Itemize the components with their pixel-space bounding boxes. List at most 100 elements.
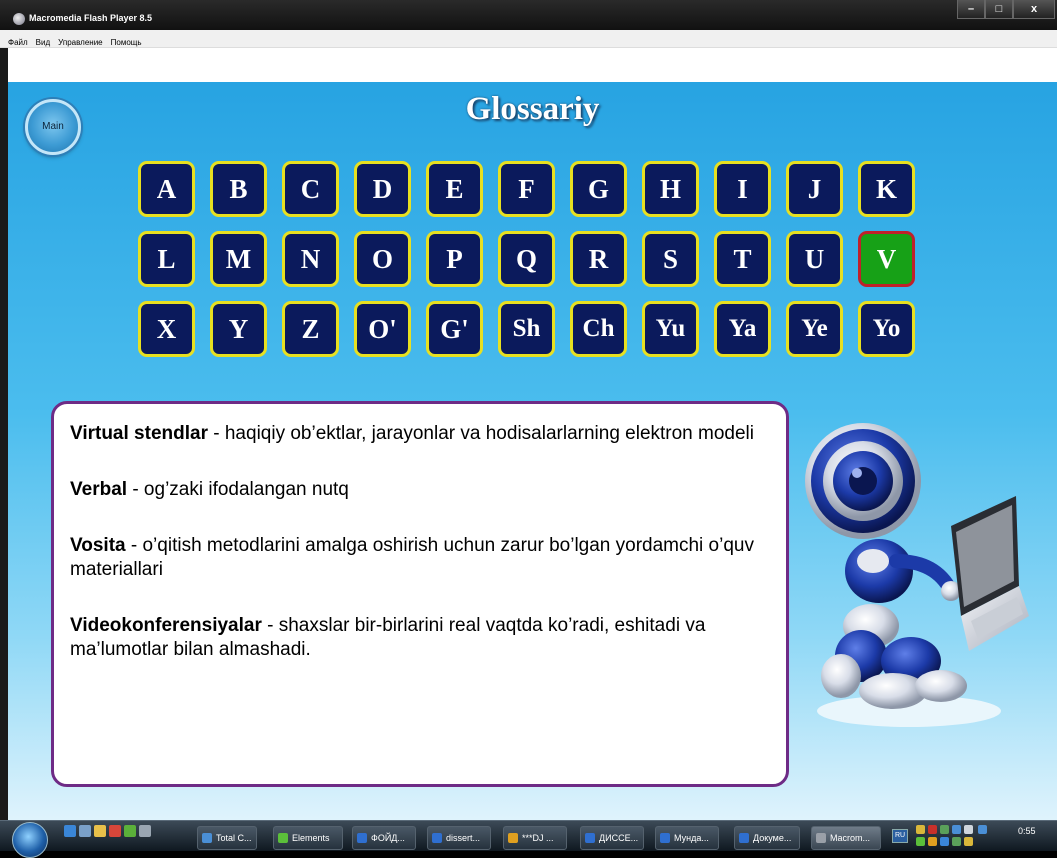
letter-button-yo[interactable]: Yo — [858, 301, 915, 357]
letter-button-sh[interactable]: Sh — [498, 301, 555, 357]
volume-icon[interactable] — [964, 825, 973, 834]
letter-button-l[interactable]: L — [138, 231, 195, 287]
word-icon — [357, 833, 367, 843]
glossary-entry: Verbal - og’zaki ifodalangan nutq — [70, 478, 770, 502]
letter-button-b[interactable]: B — [210, 161, 267, 217]
utorrent-icon[interactable] — [124, 825, 136, 837]
taskbar-button-word-5[interactable]: Докуме... — [734, 826, 800, 850]
letter-button-u[interactable]: U — [786, 231, 843, 287]
letter-button-o[interactable]: O — [354, 231, 411, 287]
tray-app-icon[interactable] — [952, 837, 961, 846]
word-icon — [660, 833, 670, 843]
maximize-button[interactable]: □ — [985, 0, 1013, 19]
letter-button-a[interactable]: A — [138, 161, 195, 217]
letter-button-g[interactable]: G — [570, 161, 627, 217]
glossary-term: Virtual stendlar — [70, 423, 208, 444]
glossary-entry: Virtual stendlar - haqiqiy ob’ektlar, ja… — [70, 422, 770, 446]
glossary-entry: Vosita - o’qitish metodlarini amalga osh… — [70, 534, 770, 582]
letter-button-n[interactable]: N — [282, 231, 339, 287]
letter-button-y[interactable]: Y — [210, 301, 267, 357]
letter-button-r[interactable]: R — [570, 231, 627, 287]
tray-app-icon[interactable] — [952, 825, 961, 834]
menu-control[interactable]: Управление — [58, 38, 102, 47]
letter-button-j[interactable]: J — [786, 161, 843, 217]
tray-app-icon[interactable] — [928, 825, 937, 834]
taskbar-button-word-3[interactable]: ДИССЕ... — [580, 826, 644, 850]
letter-button-c[interactable]: C — [282, 161, 339, 217]
letter-button-f[interactable]: F — [498, 161, 555, 217]
close-button[interactable]: x — [1013, 0, 1055, 19]
letter-button-o-apostrophe[interactable]: O' — [354, 301, 411, 357]
taskbar-button-word-1[interactable]: ФОЙД... — [352, 826, 416, 850]
flash-stage: Main Glossariy A B C D E F G H I J K L M… — [8, 82, 1057, 820]
glossary-term: Vosita — [70, 535, 126, 556]
menu-help[interactable]: Помощь — [111, 38, 142, 47]
quick-launch — [64, 825, 151, 837]
player-white-area — [8, 48, 1057, 82]
folder-icon[interactable] — [94, 825, 106, 837]
language-indicator[interactable]: RU — [892, 829, 908, 843]
glossary-definition: - haqiqiy ob’ektlar, jarayonlar va hodis… — [207, 423, 755, 444]
menu-bar: Файл Вид Управление Помощь — [0, 30, 1057, 48]
glossary-entry: Videokonferensiyalar - shaxslar bir-birl… — [70, 614, 770, 662]
tray-app-icon[interactable] — [916, 837, 925, 846]
winamp-icon — [508, 833, 518, 843]
taskbar-button-word-4[interactable]: Мунда... — [655, 826, 719, 850]
tray-app-icon[interactable] — [940, 825, 949, 834]
letter-button-k[interactable]: K — [858, 161, 915, 217]
letter-button-h[interactable]: H — [642, 161, 699, 217]
tray-app-icon[interactable] — [978, 825, 987, 834]
letter-button-x[interactable]: X — [138, 301, 195, 357]
flash-player-icon — [816, 833, 826, 843]
app-icon[interactable] — [139, 825, 151, 837]
menu-view[interactable]: Вид — [36, 38, 50, 47]
letter-button-d[interactable]: D — [354, 161, 411, 217]
glossary-content-box: Virtual stendlar - haqiqiy ob’ektlar, ja… — [51, 401, 789, 787]
word-icon — [585, 833, 595, 843]
letter-button-ch[interactable]: Ch — [570, 301, 627, 357]
tray-app-icon[interactable] — [964, 837, 973, 846]
start-button[interactable] — [12, 822, 48, 858]
window-left-border — [0, 48, 8, 820]
ie-icon[interactable] — [64, 825, 76, 837]
letter-button-p[interactable]: P — [426, 231, 483, 287]
taskbar-button-word-2[interactable]: dissert... — [427, 826, 491, 850]
clock[interactable]: 0:55 — [1018, 825, 1036, 837]
letter-button-ye[interactable]: Ye — [786, 301, 843, 357]
flash-player-icon — [13, 13, 25, 25]
glossary-term: Verbal — [70, 479, 128, 500]
taskbar-button-total-commander[interactable]: Total C... — [197, 826, 257, 850]
letter-button-v-active[interactable]: V — [858, 231, 915, 287]
page-title: Glossariy — [465, 91, 600, 127]
window-title-bar[interactable]: Macromedia Flash Player 8.5 – □ x — [0, 0, 1057, 30]
tray-app-icon[interactable] — [916, 825, 925, 834]
system-tray — [916, 825, 1008, 849]
letter-button-m[interactable]: M — [210, 231, 267, 287]
glossary-entries: Virtual stendlar - haqiqiy ob’ektlar, ja… — [70, 422, 770, 694]
letter-button-i[interactable]: I — [714, 161, 771, 217]
robot-with-laptop-illustration — [805, 423, 1029, 727]
letter-button-t[interactable]: T — [714, 231, 771, 287]
letter-button-z[interactable]: Z — [282, 301, 339, 357]
network-icon[interactable] — [940, 837, 949, 846]
taskbar-button-elements[interactable]: Elements — [273, 826, 343, 850]
glossary-term: Videokonferensiyalar — [70, 615, 262, 636]
minimize-button[interactable]: – — [957, 0, 985, 19]
menu-file[interactable]: Файл — [8, 38, 28, 47]
letter-button-ya[interactable]: Ya — [714, 301, 771, 357]
glossary-definition: - og’zaki ifodalangan nutq — [127, 479, 349, 500]
taskbar-button-winamp[interactable]: ***DJ ... — [503, 826, 567, 850]
letter-button-e[interactable]: E — [426, 161, 483, 217]
word-icon — [739, 833, 749, 843]
taskbar-button-flash-player[interactable]: Macrom... — [811, 826, 881, 850]
letter-button-q[interactable]: Q — [498, 231, 555, 287]
chrome-icon[interactable] — [109, 825, 121, 837]
letter-button-yu[interactable]: Yu — [642, 301, 699, 357]
window-title: Macromedia Flash Player 8.5 — [29, 13, 153, 23]
letter-button-s[interactable]: S — [642, 231, 699, 287]
tray-app-icon[interactable] — [928, 837, 937, 846]
show-desktop-icon[interactable] — [79, 825, 91, 837]
glossary-definition: - o’qitish metodlarini amalga oshirish u… — [70, 535, 754, 580]
letter-button-g-apostrophe[interactable]: G' — [426, 301, 483, 357]
word-icon — [432, 833, 442, 843]
